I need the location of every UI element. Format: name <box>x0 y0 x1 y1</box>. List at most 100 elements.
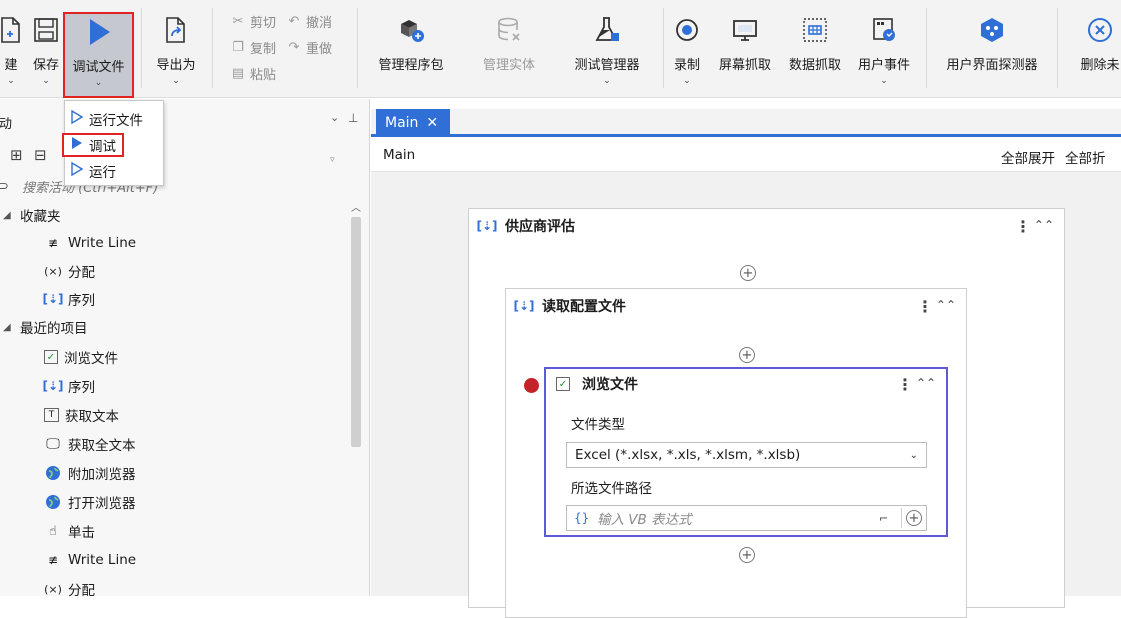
chevron-down-icon: ⌄ <box>94 78 103 88</box>
manage-entities-button[interactable]: 管理实体 <box>470 0 548 98</box>
debug-file-dropdown: 运行文件 调试 运行 <box>62 100 164 186</box>
chevron-down-icon: ⌄ <box>42 76 50 86</box>
scroll-up-icon[interactable]: ︿ <box>351 199 361 214</box>
play-icon <box>71 136 83 154</box>
designer-panel: Main ✕ Main 全部展开 全部折 [⇣] 供应商评估 ⋮ ⌃⌃ + [⇣… <box>371 99 1121 618</box>
close-icon[interactable]: ✕ <box>426 115 438 131</box>
paste-button[interactable]: ▤ 粘贴 <box>230 64 276 83</box>
redo-button[interactable]: ↷ 重做 <box>286 38 332 57</box>
copy-button[interactable]: ❐ 复制 <box>230 38 276 57</box>
breadcrumb[interactable]: Main <box>383 147 415 163</box>
sequence-card-inner[interactable]: [⇣] 读取配置文件 ⋮ ⌃⌃ + ✓ 浏览文件 ⋮ ⌃⌃ 文件类型 Excel… <box>505 288 967 618</box>
menu-item-run[interactable]: 运行 <box>71 159 116 183</box>
list-item[interactable]: ≢ Write Line <box>44 547 136 573</box>
sequence-card-outer[interactable]: [⇣] 供应商评估 ⋮ ⌃⌃ + [⇣] 读取配置文件 ⋮ ⌃⌃ + ✓ 浏览文… <box>468 208 1065 618</box>
list-item-label: 分配 <box>68 583 95 599</box>
add-activity-button[interactable]: + <box>739 547 755 563</box>
new-button[interactable]: 建 ⌄ <box>0 0 26 98</box>
list-item-label: 序列 <box>68 293 95 309</box>
menu-item-label: 调试 <box>89 139 116 155</box>
record-icon <box>670 14 704 46</box>
expand-editor-icon[interactable]: ⌐ <box>879 512 888 525</box>
more-options-icon[interactable]: ⋮ <box>917 297 933 316</box>
expand-all-icon[interactable]: ⊞ <box>10 146 23 164</box>
browse-file-activity[interactable]: ✓ 浏览文件 ⋮ ⌃⌃ 文件类型 Excel (*.xlsx, *.xls, *… <box>544 367 948 537</box>
database-icon <box>492 14 526 46</box>
list-item[interactable]: (×) 分配 <box>44 576 95 602</box>
search-activities-input[interactable]: ⊃ 搜索活动 (Ctrl+Alt+F) <box>0 173 349 199</box>
breakpoint-indicator[interactable] <box>524 378 539 393</box>
screen-scraping-button[interactable]: 屏幕抓取 <box>712 0 778 98</box>
add-activity-button[interactable]: + <box>740 265 756 281</box>
manage-packages-button[interactable]: 管理程序包 <box>365 0 457 98</box>
search-icon: ⊃ <box>0 178 9 194</box>
ui-explorer-icon <box>975 14 1009 46</box>
list-item[interactable]: T 获取文本 <box>44 402 119 428</box>
collapse-icon[interactable]: ⌃⌃ <box>936 298 956 312</box>
ui-explorer-button[interactable]: 用户界面探测器 <box>936 0 1048 98</box>
list-item[interactable]: [⇣] 序列 <box>42 286 95 312</box>
save-icon <box>29 14 63 46</box>
list-item[interactable]: 附加浏览器 <box>44 460 136 486</box>
panel-dropdown-icon[interactable]: ⌄ <box>330 111 339 124</box>
divider <box>1057 8 1058 88</box>
list-item[interactable]: 打开浏览器 <box>44 489 136 515</box>
collapse-all-link[interactable]: 全部折 <box>1065 147 1106 167</box>
sequence-header: [⇣] 供应商评估 <box>469 209 1064 243</box>
list-item[interactable]: ✓ 浏览文件 <box>44 344 118 370</box>
file-path-label: 所选文件路径 <box>571 481 652 497</box>
list-item[interactable]: ≢ Write Line <box>44 230 136 256</box>
list-item[interactable]: (×) 分配 <box>44 258 95 284</box>
menu-item-debug[interactable]: 调试 <box>62 133 124 157</box>
list-item-label: Write Line <box>68 235 137 251</box>
monitor-icon: 🖵 <box>46 436 60 452</box>
save-button[interactable]: 保存 ⌄ <box>28 0 64 98</box>
test-manager-label: 测试管理器 <box>574 58 640 73</box>
user-events-button[interactable]: 用户事件 ⌄ <box>852 0 916 98</box>
sequence-header: [⇣] 读取配置文件 <box>506 289 966 323</box>
globe-icon <box>44 493 62 511</box>
file-path-input[interactable]: {} 输入 VB 表达式 ⌐ + <box>566 505 927 531</box>
test-manager-button[interactable]: 测试管理器 ⌄ <box>560 0 654 98</box>
collapse-icon[interactable]: ⌃⌃ <box>1034 218 1054 232</box>
debug-file-button[interactable]: 调试文件 ⌄ <box>63 12 134 98</box>
file-type-select[interactable]: Excel (*.xlsx, *.xls, *.xlsm, *.xlsb) ⌄ <box>566 442 927 468</box>
collapse-icon[interactable]: ⌃⌃ <box>916 376 936 390</box>
add-activity-button[interactable]: + <box>739 347 755 363</box>
export-button[interactable]: 导出为 ⌄ <box>150 0 202 98</box>
section-recent[interactable]: ◢ 最近的项目 <box>0 314 88 340</box>
screen-scraping-label: 屏幕抓取 <box>718 58 771 73</box>
section-favorites[interactable]: ◢ 收藏夹 <box>0 202 61 228</box>
remove-unused-button[interactable]: 删除未 <box>1070 0 1121 98</box>
more-options-icon[interactable]: ⋮ <box>897 375 913 394</box>
list-item-label: 序列 <box>68 380 95 396</box>
pin-icon[interactable]: ⊥ <box>348 111 358 125</box>
chevron-down-icon: ⌄ <box>172 76 180 86</box>
tab-main[interactable]: Main ✕ <box>376 109 450 137</box>
list-item[interactable]: 🖵 获取全文本 <box>44 431 135 457</box>
more-options-icon[interactable]: ⋮ <box>1015 217 1031 236</box>
activities-scrollbar[interactable]: ︿ <box>349 199 363 594</box>
undo-label: 撤消 <box>306 16 333 31</box>
list-item[interactable]: ☝ 单击 <box>44 518 95 544</box>
undo-button[interactable]: ↶ 撤消 <box>286 12 332 31</box>
tab-label: Main <box>385 115 419 131</box>
remove-unused-label: 删除未 <box>1080 58 1120 73</box>
list-item-label: 分配 <box>68 265 95 281</box>
menu-item-run-file[interactable]: 运行文件 <box>71 107 143 131</box>
filter-toggle-icon[interactable]: ▿ <box>330 155 335 165</box>
user-events-label: 用户事件 <box>857 58 910 73</box>
divider <box>663 8 664 88</box>
play-outline-icon <box>71 109 84 128</box>
record-button[interactable]: 录制 ⌄ <box>668 0 706 98</box>
scrollbar-thumb[interactable] <box>351 217 361 447</box>
list-item[interactable]: [⇣] 序列 <box>42 373 95 399</box>
expression-icon: {} <box>574 511 590 525</box>
expand-all-link[interactable]: 全部展开 <box>1001 147 1055 167</box>
checkbox-icon: ✓ <box>556 377 570 391</box>
cut-button[interactable]: ✂ 剪切 <box>230 12 276 31</box>
data-scraping-button[interactable]: 数据抓取 <box>782 0 848 98</box>
list-item-label: 获取文本 <box>65 409 119 425</box>
add-variable-button[interactable]: + <box>906 510 922 526</box>
collapse-all-icon[interactable]: ⊟ <box>34 146 47 164</box>
